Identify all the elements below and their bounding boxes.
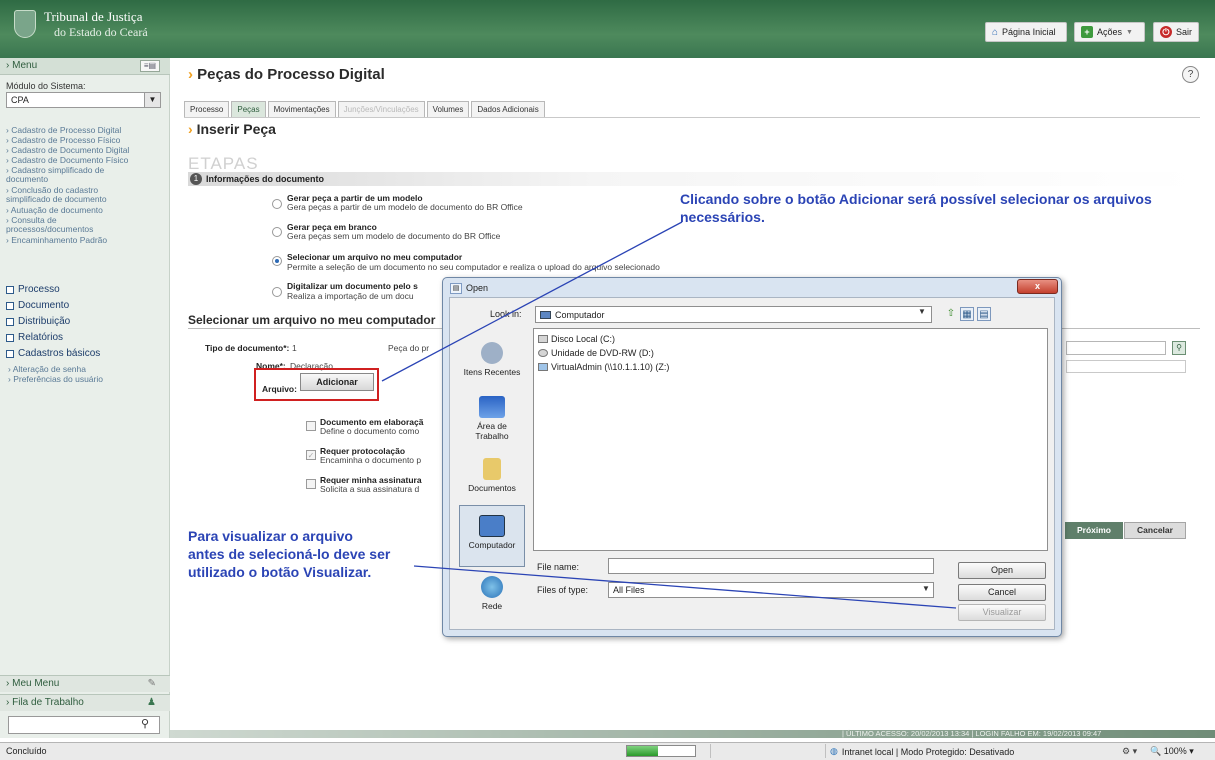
callout-arrows	[381, 221, 957, 609]
security-zone[interactable]: ◍ Intranet local | Modo Protegido: Desati…	[830, 746, 1014, 757]
progress-bar-fill	[627, 746, 658, 756]
browser-status-bar	[0, 742, 1215, 760]
status-divider	[825, 744, 826, 758]
last-access-text: | ÚLTIMO ACESSO: 20/02/2013 13:34 | LOGI…	[842, 729, 1102, 738]
zone-label: Intranet local | Modo Protegido: Desativ…	[841, 746, 1015, 757]
status-tools-icon[interactable]: ⚙ ▾	[1122, 746, 1137, 757]
status-text: Concluído	[6, 746, 47, 756]
zoom-label: 100%	[1163, 746, 1187, 756]
status-divider	[710, 744, 711, 758]
callout-line-adicionar	[381, 221, 683, 382]
callout-line-visualizar	[413, 565, 957, 609]
network-globe-icon: ◍	[830, 746, 838, 756]
zoom-control[interactable]: 🔍 100% ▾	[1150, 746, 1194, 757]
